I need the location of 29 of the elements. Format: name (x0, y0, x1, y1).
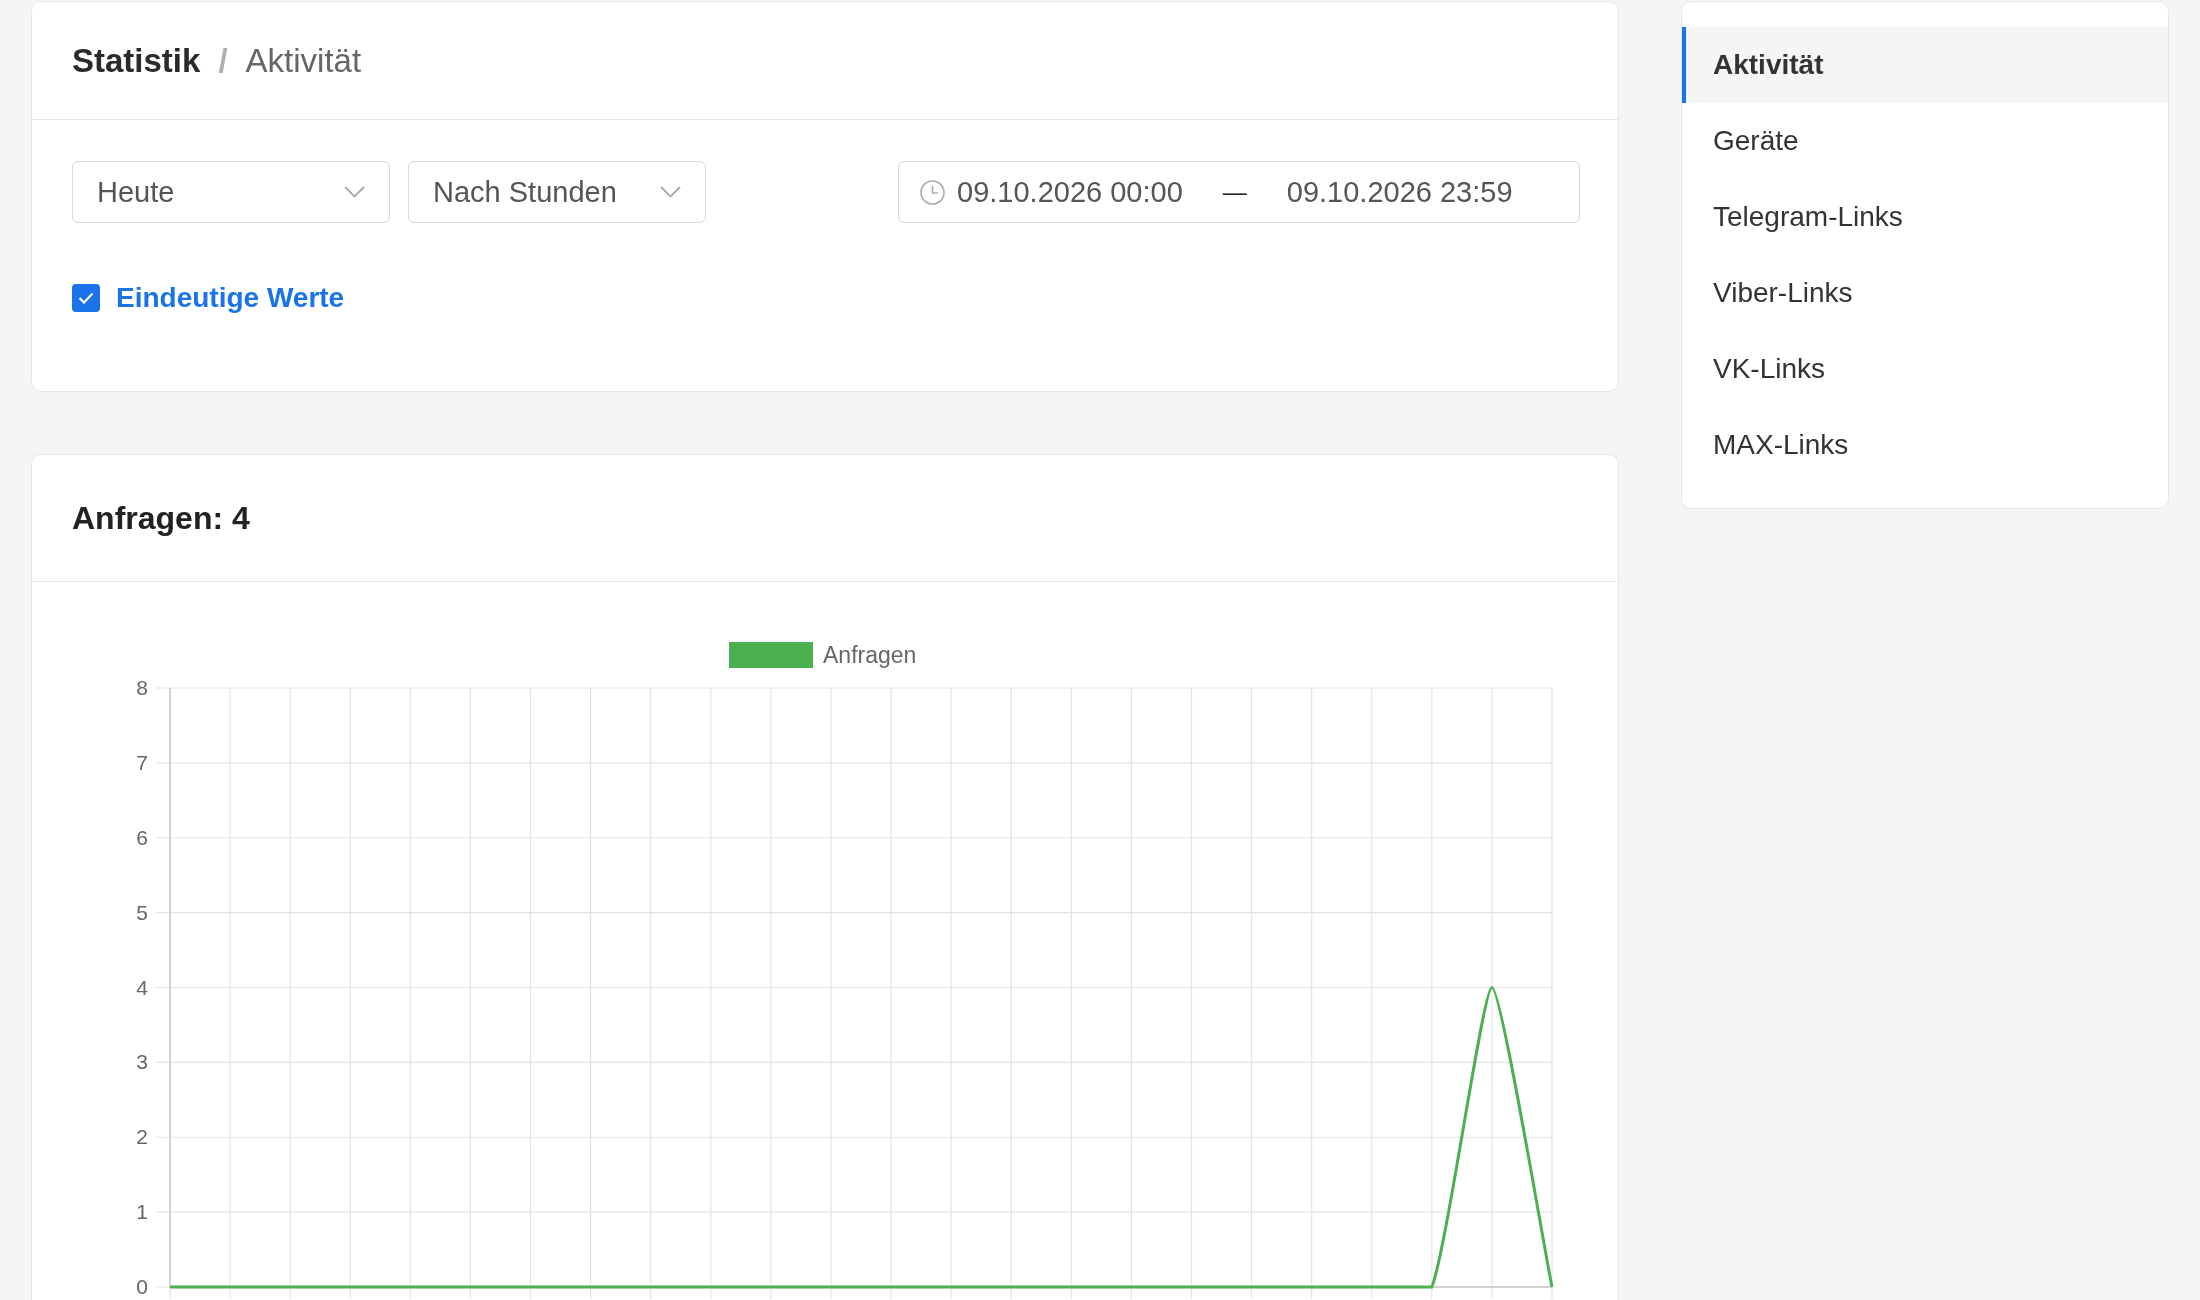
axis-tick-label: 4 (136, 975, 148, 999)
dropdown[interactable]: Heute (72, 161, 390, 223)
legend-label: Anfragen (823, 642, 917, 668)
check-icon (78, 292, 94, 304)
axis-tick-label: 7 (136, 750, 148, 774)
date-range-field[interactable]: 09.10.2026 00:00 — 09.10.2026 23:59 (898, 161, 1580, 223)
checkbox[interactable] (72, 284, 100, 312)
sidebar-item[interactable]: Viber-Links (1682, 255, 2168, 331)
axis-tick-label: 1 (136, 1200, 148, 1224)
axis-tick-label: 8 (136, 676, 148, 699)
sidebar-item[interactable]: Aktivität (1682, 27, 2168, 103)
chevron-down-icon (660, 186, 681, 198)
axis-tick-label: 0 (136, 1275, 148, 1298)
axis-tick-label: 2 (136, 1125, 148, 1149)
card-title: Anfragen: 4 (72, 499, 250, 537)
axis-tick-label: 3 (136, 1050, 148, 1074)
checkbox-label[interactable]: Eindeutige Werte (116, 282, 345, 314)
axis-tick-label: 6 (136, 825, 148, 849)
chevron-down-icon (344, 186, 365, 198)
sidebar-item[interactable]: Telegram-Links (1682, 179, 2168, 255)
breadcrumb-link[interactable]: Statistik (72, 41, 201, 80)
clock-icon (920, 179, 945, 205)
dropdown[interactable]: Nach Stunden (408, 161, 706, 223)
breadcrumb-separator: / (218, 41, 228, 80)
sidebar-item[interactable]: VK-Links (1682, 331, 2168, 407)
sidebar-item[interactable]: MAX-Links (1682, 407, 2168, 483)
axis-tick-label: 5 (136, 900, 148, 924)
sidebar-item[interactable]: Geräte (1682, 103, 2168, 179)
breadcrumb-current: Aktivität (245, 41, 362, 80)
